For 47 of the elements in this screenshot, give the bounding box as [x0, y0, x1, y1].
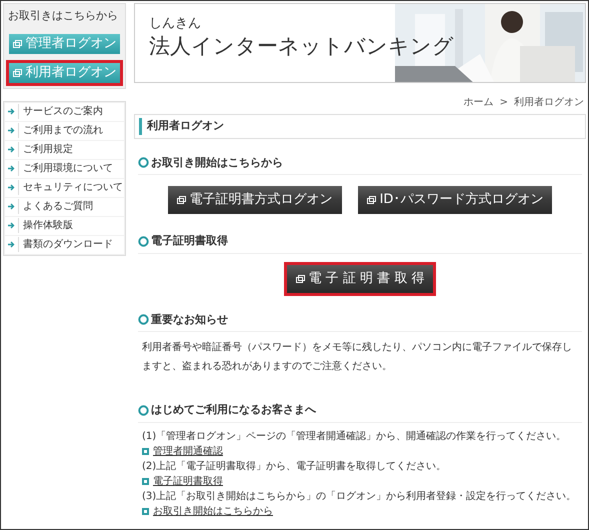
nav-link[interactable]: サービスのご案内: [5, 102, 124, 120]
window-icon: [366, 196, 376, 204]
nav-link[interactable]: ご利用規定: [5, 140, 124, 158]
step-text: (2)上記「電子証明書取得」から、電子証明書を取得してください。: [142, 460, 448, 474]
arrow-icon: [8, 108, 15, 115]
section-heading: はじめてご利用になるお客さまへ: [151, 402, 316, 418]
arrow-icon: [8, 241, 15, 248]
square-bullet-icon: [142, 478, 149, 484]
nav-link[interactable]: ご利用までの流れ: [5, 122, 124, 140]
window-icon: [176, 196, 186, 204]
circle-icon: [138, 157, 149, 168]
arrow-icon: [8, 165, 15, 172]
step-link[interactable]: お取引き開始はこちらから: [153, 504, 273, 518]
arrow-icon: [8, 146, 15, 153]
arrow-icon: [8, 184, 15, 191]
breadcrumb-separator: >: [500, 96, 508, 110]
section-heading: 電子証明書取得: [151, 233, 228, 249]
step-link[interactable]: 電子証明書取得: [153, 474, 223, 488]
step-text: (1)「管理者ログオン」ページの「管理者開通確認」から、開通確認の作業を行ってください。: [142, 430, 568, 444]
header-subtitle: しんきん: [149, 16, 202, 32]
circle-icon: [138, 404, 149, 416]
nav-link[interactable]: 書類のダウンロード: [5, 236, 124, 254]
window-icon: [296, 274, 305, 282]
square-bullet-icon: [142, 448, 149, 454]
square-bullet-icon: [142, 508, 149, 514]
notice-text: 利用者番号や暗証番号（パスワード）をメモ等に残したり、パソコン内に電子ファイルで保存しますと、盗まれる恐れがありますのでご注意ください。: [141, 340, 573, 374]
section-heading: 重要なお知らせ: [151, 312, 228, 328]
window-icon: [12, 68, 22, 76]
arrow-icon: [8, 222, 15, 229]
step-link[interactable]: 管理者開通確認: [153, 444, 223, 458]
section-heading: お取引き開始はこちらから: [151, 154, 283, 170]
window-icon: [12, 40, 22, 48]
arrow-icon: [8, 203, 15, 210]
sidebar-heading: お取引きはこちらから: [7, 8, 119, 24]
nav-link[interactable]: ご利用環境について: [5, 160, 124, 178]
nav-link[interactable]: セキュリティについて: [5, 178, 124, 196]
page-title: 利用者ログオン: [139, 118, 224, 134]
step-text: (3)上記「お取引き開始はこちらから」の「ログオン」から利用者登録・設定を行ってください。: [142, 490, 578, 504]
circle-icon: [138, 314, 149, 326]
breadcrumb-link[interactable]: ホーム: [464, 95, 494, 110]
logon-button[interactable]: 電 子 証 明 書 取 得: [284, 262, 436, 296]
circle-icon: [138, 236, 149, 247]
breadcrumb-current: 利用者ログオン: [514, 96, 584, 110]
arrow-icon: [8, 127, 15, 134]
header-title: 法人インターネットバンキング: [149, 33, 455, 60]
nav-link[interactable]: 操作体験版: [5, 216, 124, 234]
nav-link[interactable]: よくあるご質問: [5, 198, 124, 216]
